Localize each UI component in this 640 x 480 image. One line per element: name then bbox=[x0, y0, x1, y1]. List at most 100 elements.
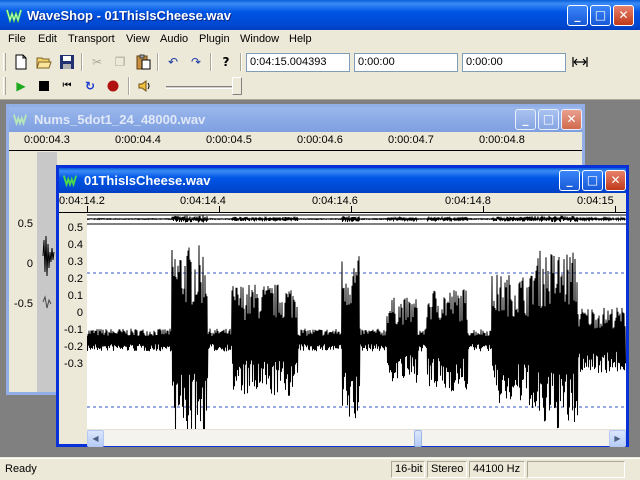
main-title-bar[interactable]: WaveShop - 01ThisIsCheese.wav _ □ ✕ bbox=[0, 0, 640, 30]
child-title-bar[interactable]: 01ThisIsCheese.wav _ □ ✕ bbox=[59, 168, 626, 193]
scroll-left-button[interactable]: ◀ bbox=[87, 430, 104, 447]
ruler-label: 0:00:04.7 bbox=[388, 134, 434, 146]
toolbar-separator bbox=[128, 77, 130, 95]
maximize-icon: □ bbox=[594, 8, 607, 22]
record-button[interactable] bbox=[103, 76, 123, 96]
scrollbar-thumb[interactable] bbox=[414, 430, 422, 447]
fit-width-button[interactable] bbox=[570, 52, 590, 72]
menu-edit[interactable]: Edit bbox=[38, 33, 57, 45]
maximize-icon: □ bbox=[542, 112, 555, 126]
menu-transport[interactable]: Transport bbox=[68, 33, 115, 45]
y-label: -0.3 bbox=[64, 358, 83, 370]
ruler-label: 0:00:04.6 bbox=[297, 134, 343, 146]
new-button[interactable] bbox=[11, 52, 31, 72]
save-button[interactable] bbox=[57, 52, 77, 72]
toolbar-grip[interactable] bbox=[3, 53, 6, 71]
open-folder-icon bbox=[36, 57, 52, 69]
undo-icon: ↶ bbox=[167, 55, 179, 69]
menu-plugin[interactable]: Plugin bbox=[199, 33, 230, 45]
standard-toolbar: ✂ ❐ ↶ ↷ ? 0:04:15.004393 0:00:00 0:00:00 bbox=[0, 50, 640, 74]
child-window-cheese[interactable]: 01ThisIsCheese.wav _ □ ✕ 0:04:14.2 0:04:… bbox=[56, 165, 629, 447]
close-icon: ✕ bbox=[618, 8, 629, 22]
selection-start-field[interactable]: 0:00:00 bbox=[354, 53, 458, 72]
time-ruler[interactable]: 0:00:04.3 0:00:04.4 0:00:04.5 0:00:04.6 … bbox=[9, 132, 582, 151]
extra-pane bbox=[527, 461, 625, 478]
position-field[interactable]: 0:04:15.004393 bbox=[246, 53, 350, 72]
waveshop-logo-icon bbox=[6, 9, 22, 23]
maximize-button[interactable]: □ bbox=[590, 5, 611, 26]
redo-button[interactable]: ↷ bbox=[186, 52, 206, 72]
scroll-right-button[interactable]: ▶ bbox=[609, 430, 626, 447]
child-minimize-button[interactable]: _ bbox=[559, 170, 580, 191]
volume-slider-track[interactable] bbox=[166, 86, 242, 89]
cut-button[interactable]: ✂ bbox=[87, 52, 107, 72]
stop-button[interactable] bbox=[34, 76, 54, 96]
undo-button[interactable]: ↶ bbox=[163, 52, 183, 72]
minimize-icon: _ bbox=[522, 112, 529, 126]
child-maximize-button[interactable]: □ bbox=[582, 170, 603, 191]
play-button[interactable]: ▶ bbox=[11, 76, 31, 96]
maximize-icon: □ bbox=[586, 173, 599, 187]
y-label: -0.1 bbox=[64, 324, 83, 336]
waveform-channels-graphic bbox=[37, 152, 57, 392]
save-disk-icon bbox=[60, 55, 74, 69]
waveshop-logo-icon bbox=[63, 175, 77, 187]
y-label: 0.1 bbox=[67, 290, 83, 302]
toolbar-separator bbox=[240, 53, 242, 71]
menu-help[interactable]: Help bbox=[289, 33, 312, 45]
loop-button[interactable]: ↻ bbox=[80, 76, 100, 96]
record-icon bbox=[107, 80, 119, 92]
y-label: 0.5 bbox=[67, 222, 83, 234]
menu-file[interactable]: File bbox=[8, 33, 26, 45]
stop-icon bbox=[39, 81, 49, 91]
help-button[interactable]: ? bbox=[216, 52, 236, 72]
selection-length-field[interactable]: 0:00:00 bbox=[462, 53, 566, 72]
arrow-right-icon: ▶ bbox=[614, 434, 621, 443]
ruler-tick bbox=[219, 206, 220, 212]
ruler-label: 0:04:14.2 bbox=[59, 195, 105, 207]
waveshop-logo-icon bbox=[13, 114, 27, 126]
ruler-label: 0:00:04.3 bbox=[24, 134, 70, 146]
close-button[interactable]: ✕ bbox=[613, 5, 634, 26]
time-ruler[interactable]: 0:04:14.2 0:04:14.4 0:04:14.6 0:04:14.8 … bbox=[59, 193, 626, 213]
toolbar-separator bbox=[157, 53, 159, 71]
menu-view[interactable]: View bbox=[126, 33, 150, 45]
child-window-title: 01ThisIsCheese.wav bbox=[84, 173, 211, 188]
child-window-title: Nums_5dot1_24_48000.wav bbox=[34, 112, 206, 127]
y-label: -0.5 bbox=[14, 298, 33, 310]
copy-icon: ❐ bbox=[114, 55, 126, 69]
minimize-icon: _ bbox=[574, 8, 581, 22]
amplitude-axis: 0.5 0 -0.5 bbox=[9, 152, 37, 392]
waveform-view[interactable] bbox=[37, 152, 57, 392]
waveform-view[interactable] bbox=[87, 213, 626, 429]
menu-bar: File Edit Transport View Audio Plugin Wi… bbox=[0, 30, 640, 49]
rewind-button[interactable]: ⏮ bbox=[57, 76, 77, 96]
menu-window[interactable]: Window bbox=[240, 33, 279, 45]
window-title: WaveShop - 01ThisIsCheese.wav bbox=[27, 8, 231, 23]
child-close-button[interactable]: ✕ bbox=[561, 109, 582, 130]
menu-audio[interactable]: Audio bbox=[160, 33, 188, 45]
y-label: 0.5 bbox=[17, 218, 33, 230]
child-title-bar[interactable]: Nums_5dot1_24_48000.wav _ □ ✕ bbox=[9, 107, 582, 132]
toolbar-grip[interactable] bbox=[3, 77, 6, 95]
volume-button[interactable] bbox=[135, 76, 155, 96]
child-close-button[interactable]: ✕ bbox=[605, 170, 626, 191]
child-minimize-button[interactable]: _ bbox=[515, 109, 536, 130]
minimize-button[interactable]: _ bbox=[567, 5, 588, 26]
status-text: Ready bbox=[5, 463, 37, 475]
y-label: -0.2 bbox=[64, 341, 83, 353]
open-button[interactable] bbox=[34, 52, 54, 72]
ruler-tick bbox=[87, 206, 88, 212]
ruler-label: 0:00:04.4 bbox=[115, 134, 161, 146]
y-label: 0.4 bbox=[67, 239, 83, 251]
horizontal-scrollbar[interactable]: ◀ ▶ bbox=[87, 429, 626, 447]
child-maximize-button[interactable]: □ bbox=[538, 109, 559, 130]
paste-button[interactable] bbox=[133, 52, 153, 72]
close-icon: ✕ bbox=[566, 112, 577, 126]
minimize-icon: _ bbox=[566, 173, 573, 187]
ruler-label: 0:00:04.5 bbox=[206, 134, 252, 146]
volume-slider-thumb[interactable] bbox=[232, 77, 242, 95]
fit-width-icon bbox=[572, 57, 588, 67]
copy-button[interactable]: ❐ bbox=[110, 52, 130, 72]
toolbar-separator bbox=[210, 53, 212, 71]
